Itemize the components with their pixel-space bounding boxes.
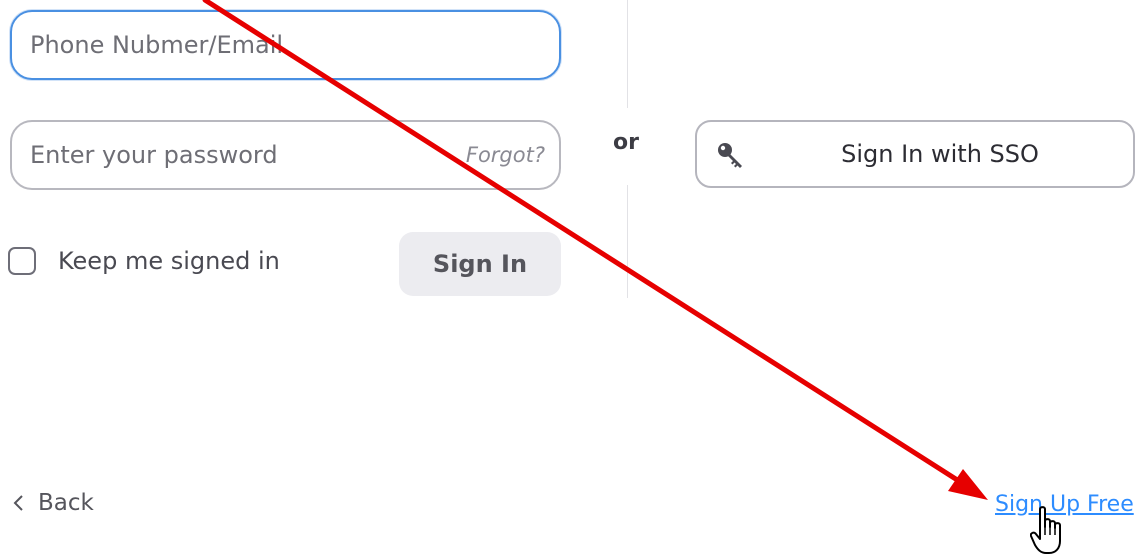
sign-in-sso-button[interactable]: Sign In with SSO <box>695 120 1135 188</box>
password-field-wrapper: Forgot? <box>10 120 561 190</box>
keep-signed-in-checkbox[interactable] <box>8 247 36 275</box>
back-link[interactable]: Back <box>12 490 94 516</box>
sign-in-button[interactable]: Sign In <box>399 232 561 296</box>
keep-signed-in-label: Keep me signed in <box>58 247 280 275</box>
email-field-wrapper <box>10 10 561 80</box>
annotation-arrow <box>202 0 988 500</box>
sign-up-free-link[interactable]: Sign Up Free <box>995 492 1134 517</box>
vertical-divider-bottom <box>627 185 628 298</box>
or-separator: or <box>613 130 639 155</box>
sso-button-label: Sign In with SSO <box>841 140 1039 168</box>
sign-in-panel: Forgot? Keep me signed in Sign In or Sig… <box>0 0 1135 560</box>
back-label: Back <box>38 490 94 516</box>
vertical-divider-top <box>627 0 628 108</box>
chevron-left-icon <box>13 495 23 511</box>
email-field[interactable] <box>12 12 559 78</box>
forgot-password-link[interactable]: Forgot? <box>466 143 545 167</box>
keep-signed-in-row[interactable]: Keep me signed in <box>8 247 280 275</box>
